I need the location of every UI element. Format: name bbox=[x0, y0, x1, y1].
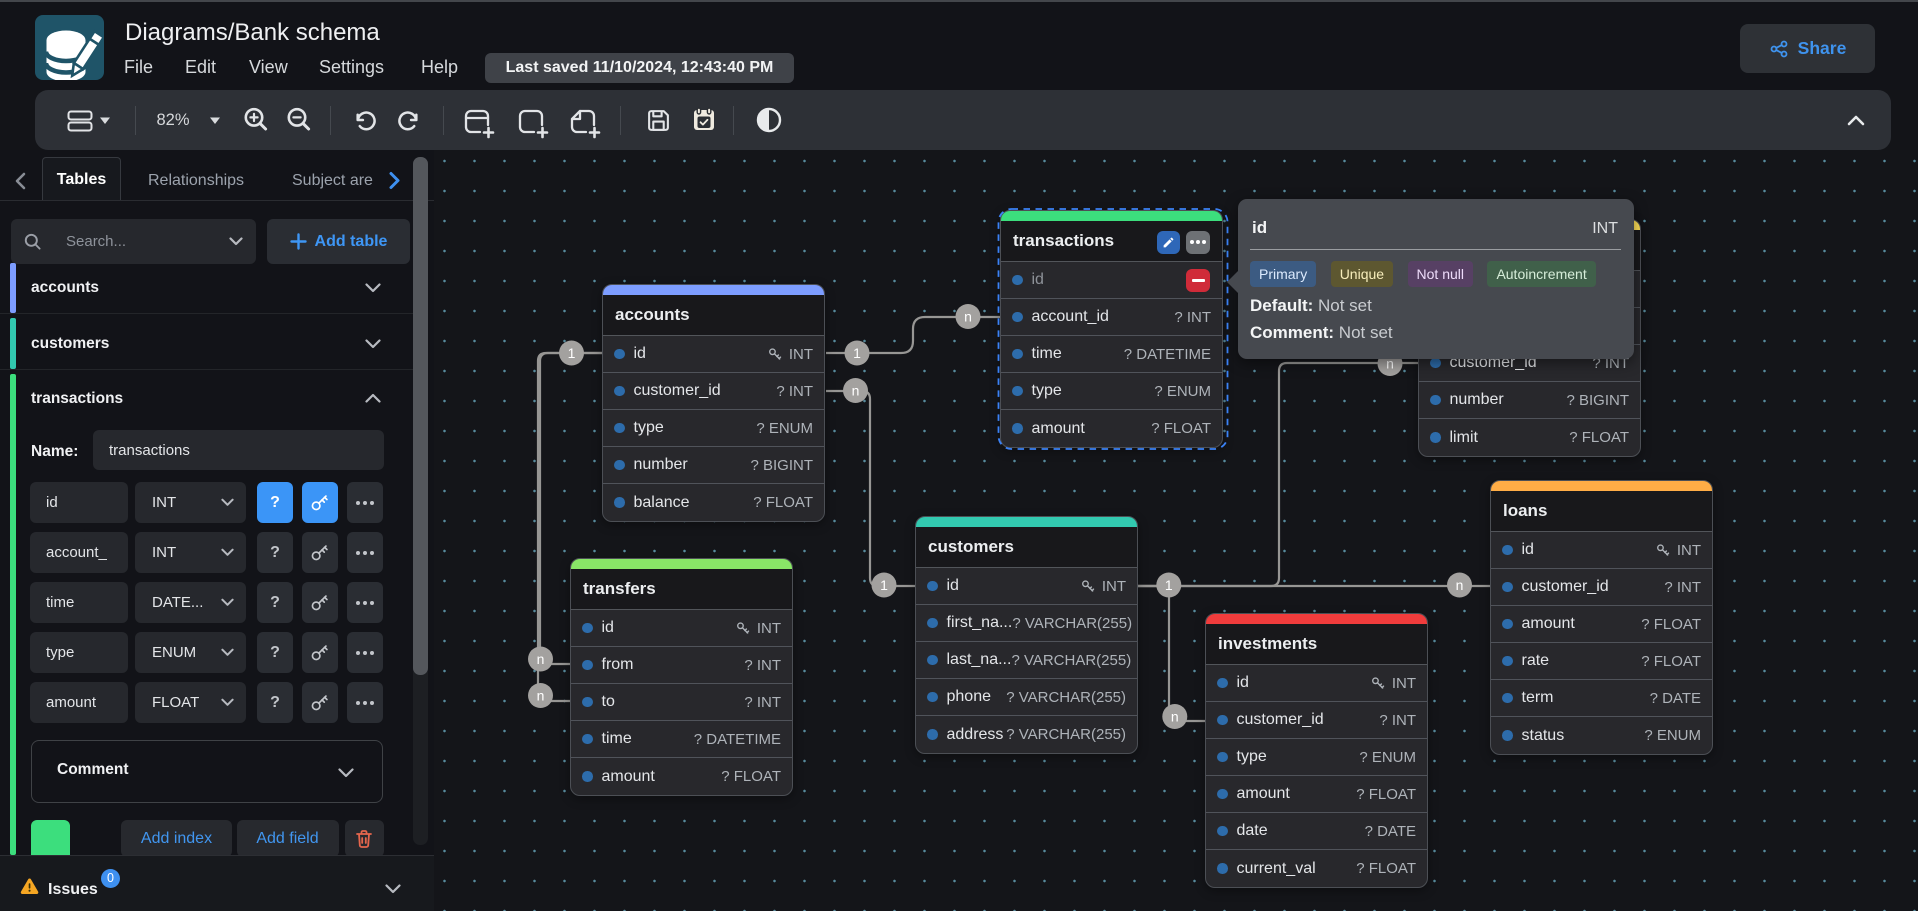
svg-text:1: 1 bbox=[880, 577, 888, 593]
svg-text:n: n bbox=[537, 688, 545, 704]
svg-text:n: n bbox=[1456, 577, 1464, 593]
svg-text:1: 1 bbox=[853, 345, 861, 361]
svg-text:n: n bbox=[537, 651, 545, 667]
svg-text:1: 1 bbox=[1165, 577, 1173, 593]
svg-text:1: 1 bbox=[568, 345, 576, 361]
svg-text:n: n bbox=[852, 383, 860, 399]
svg-text:n: n bbox=[964, 309, 972, 325]
svg-text:n: n bbox=[1171, 709, 1179, 725]
